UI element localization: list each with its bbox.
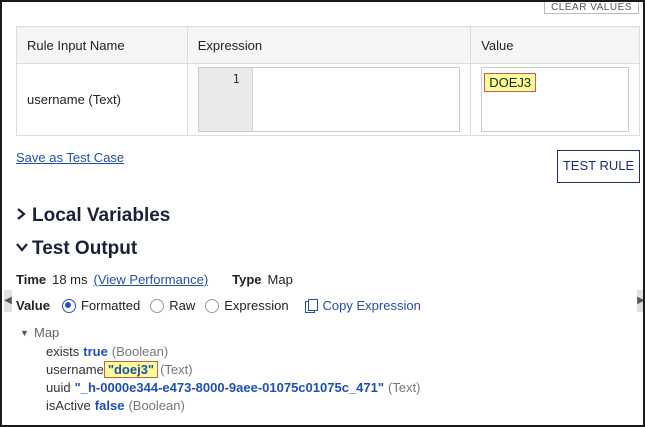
- header-rule-input-name: Rule Input Name: [16, 26, 188, 64]
- format-raw-radio[interactable]: Raw: [150, 298, 195, 313]
- chevron-down-icon: [16, 240, 28, 258]
- time-row: Time 18 ms (View Performance) Type Map: [16, 272, 293, 287]
- expression-cell: 1: [186, 63, 472, 136]
- expression-editor[interactable]: 1: [197, 67, 461, 132]
- radio-unselected-icon: [205, 298, 220, 313]
- table-row: username (Text) 1 DOEJ3: [16, 63, 640, 136]
- time-value: 18 ms: [52, 272, 88, 287]
- local-variables-toggle[interactable]: Local Variables: [16, 205, 170, 227]
- list-item: exists true (Boolean): [46, 343, 169, 359]
- chevron-right-icon: [16, 207, 28, 226]
- copy-expression-button[interactable]: Copy Expression: [304, 298, 421, 313]
- format-raw-label: Raw: [169, 298, 196, 313]
- value-text: DOEJ3: [484, 73, 537, 92]
- format-expression-radio[interactable]: Expression: [205, 298, 289, 313]
- format-expression-label: Expression: [224, 298, 289, 313]
- rule-input-name-cell: username (Text): [16, 63, 188, 136]
- local-variables-heading: Local Variables: [32, 205, 171, 226]
- highlighted-value: "doej3": [103, 360, 159, 378]
- radio-unselected-icon: [150, 298, 165, 313]
- copy-icon: [304, 299, 318, 313]
- header-value: Value: [470, 26, 640, 64]
- radio-selected-icon: [61, 298, 76, 313]
- rule-inputs-table: Rule Input Name Expression Value usernam…: [16, 26, 640, 136]
- save-as-test-case-link[interactable]: Save as Test Case: [16, 150, 124, 165]
- clear-values-button[interactable]: CLEAR VALUES: [544, 2, 639, 14]
- copy-expression-label: Copy Expression: [322, 298, 421, 313]
- result-tree: ▼ Map exists true (Boolean) username "do…: [20, 324, 421, 413]
- list-item: username "doej3" (Text): [46, 360, 193, 378]
- test-output-toggle[interactable]: Test Output: [16, 238, 137, 260]
- list-item: uuid "_h-0000e344-e473-8000-9aee-01075c0…: [46, 379, 421, 395]
- format-formatted-radio[interactable]: Formatted: [61, 298, 141, 313]
- view-performance-link[interactable]: (View Performance): [94, 272, 209, 287]
- caret-down-icon: ▼: [20, 327, 29, 338]
- rule-test-panel: CLEAR VALUES Rule Input Name Expression …: [0, 0, 645, 427]
- scroll-right-icon[interactable]: ▶: [637, 290, 643, 312]
- tree-root[interactable]: ▼ Map: [20, 324, 59, 341]
- value-cell: DOEJ3: [470, 63, 640, 136]
- header-expression: Expression: [186, 26, 472, 64]
- tree-root-label: Map: [34, 325, 60, 340]
- format-formatted-label: Formatted: [80, 298, 141, 313]
- value-label: Value: [16, 298, 50, 313]
- test-output-heading: Test Output: [32, 238, 138, 259]
- type-label: Type: [232, 272, 262, 287]
- value-format-row: Value Formatted Raw Expression Copy Expr…: [16, 298, 421, 313]
- time-label: Time: [16, 272, 47, 287]
- line-number: 1: [198, 68, 253, 131]
- type-value: Map: [267, 272, 293, 287]
- test-rule-button[interactable]: TEST RULE: [557, 150, 640, 183]
- list-item: isActive false (Boolean): [46, 397, 185, 413]
- value-input[interactable]: DOEJ3: [481, 67, 629, 132]
- scroll-left-icon[interactable]: ◀: [4, 290, 12, 312]
- expression-input[interactable]: [252, 68, 460, 131]
- table-header-row: Rule Input Name Expression Value: [16, 26, 640, 64]
